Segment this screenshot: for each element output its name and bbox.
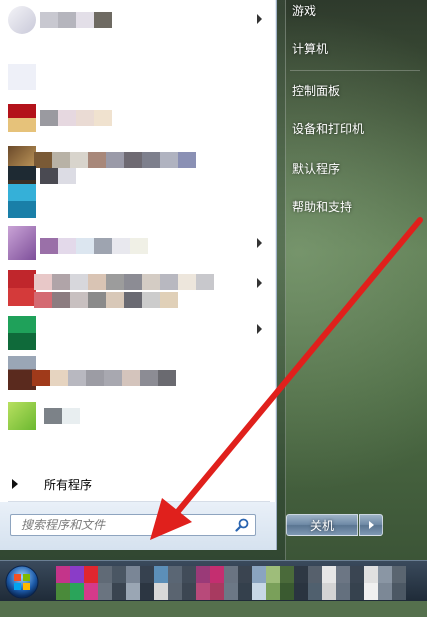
pixelated-label: [34, 274, 214, 290]
program-icon: [8, 316, 36, 350]
program-icon: [8, 270, 36, 306]
program-item[interactable]: [4, 100, 270, 140]
start-menu-item-control-panel[interactable]: 控制面板: [284, 76, 424, 104]
taskbar-pinned-apps-row2[interactable]: [56, 583, 406, 617]
pixelated-label: [32, 370, 176, 386]
default-programs-label: 默认程序: [292, 161, 341, 176]
chevron-right-icon: [369, 521, 374, 529]
submenu-arrow-icon: [257, 238, 262, 248]
program-item[interactable]: [4, 352, 270, 392]
start-menu-item-games[interactable]: 游戏: [284, 0, 424, 24]
pixelated-label: [34, 292, 178, 308]
all-programs-button[interactable]: 所有程序: [8, 474, 268, 494]
shutdown-options-button[interactable]: [359, 514, 383, 536]
program-item[interactable]: [4, 2, 270, 38]
submenu-arrow-icon: [257, 324, 262, 334]
all-programs-label: 所有程序: [44, 477, 93, 492]
program-icon: [8, 402, 36, 430]
pixelated-label: [40, 12, 112, 28]
pixelated-label: [44, 408, 80, 424]
program-item[interactable]: [4, 58, 270, 94]
start-menu-item-default-programs[interactable]: 默认程序: [284, 154, 424, 182]
program-item[interactable]: [4, 222, 270, 262]
shutdown-button[interactable]: 关机: [286, 514, 358, 536]
program-icon: [8, 64, 36, 90]
search-icon[interactable]: [235, 518, 249, 532]
submenu-arrow-icon: [257, 14, 262, 24]
start-menu: 所有程序 游戏 计算机 控制面板 设备和打印机 默认程序 帮助和支持 关机: [0, 0, 420, 560]
devices-printers-label: 设备和打印机: [292, 121, 365, 136]
search-input[interactable]: [11, 515, 236, 535]
start-menu-programs-pane: 所有程序: [0, 0, 277, 550]
program-icon: [8, 226, 36, 260]
pixelated-label: [40, 110, 112, 126]
program-item[interactable]: [4, 180, 270, 220]
program-icon: [8, 6, 36, 34]
program-icon: [8, 184, 36, 218]
search-box[interactable]: [10, 514, 256, 536]
start-menu-item-help-support[interactable]: 帮助和支持: [284, 192, 424, 220]
program-item[interactable]: [4, 266, 270, 310]
start-menu-item-computer[interactable]: 计算机: [284, 34, 424, 62]
program-item[interactable]: [4, 398, 270, 434]
pixelated-label: [40, 238, 148, 254]
games-label: 游戏: [292, 3, 317, 18]
windows-start-icon[interactable]: [2, 564, 42, 600]
program-item[interactable]: [4, 312, 270, 352]
computer-label: 计算机: [292, 41, 329, 56]
shutdown-label: 关机: [309, 518, 334, 533]
start-menu-item-devices-printers[interactable]: 设备和打印机: [284, 114, 424, 142]
help-support-label: 帮助和支持: [292, 199, 353, 214]
separator: [290, 70, 420, 71]
expand-arrow-icon: [12, 479, 18, 489]
control-panel-label: 控制面板: [292, 83, 341, 98]
submenu-arrow-icon: [257, 278, 262, 288]
program-icon: [8, 104, 36, 132]
